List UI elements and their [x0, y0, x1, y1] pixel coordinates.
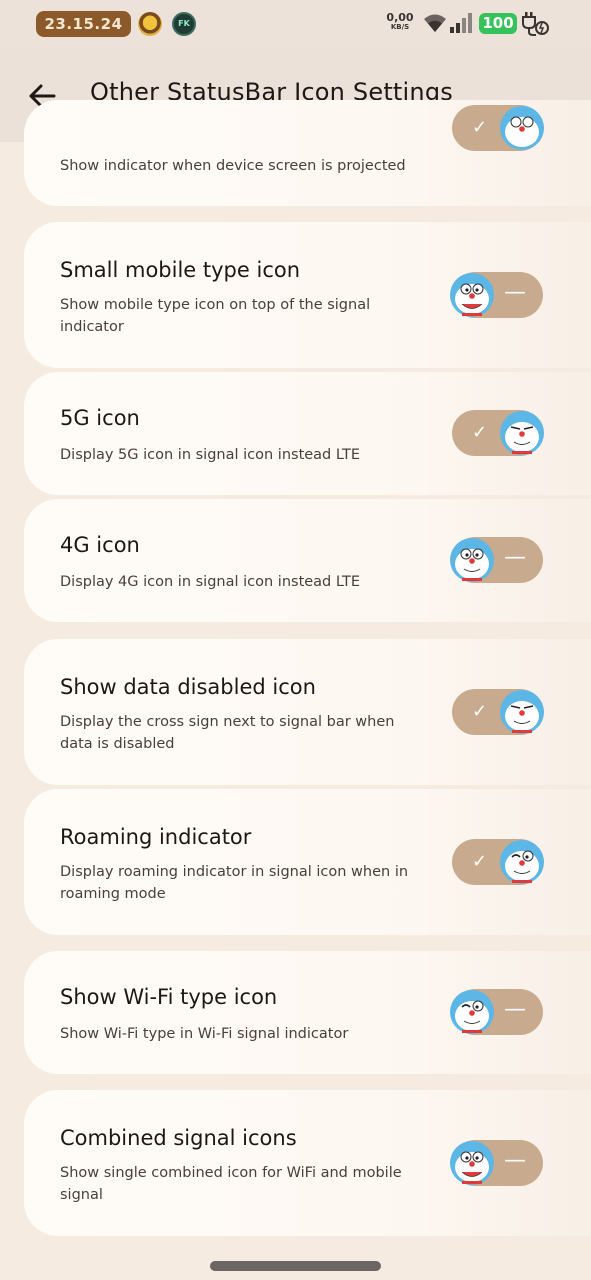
doraemon-thumb-icon	[500, 690, 544, 734]
doraemon-thumb-icon	[450, 538, 494, 582]
toggle-switch[interactable]: ✓	[452, 689, 544, 735]
check-mark-icon: ✓	[472, 422, 488, 443]
toggle-switch[interactable]: ✓	[452, 105, 544, 151]
toggle-switch[interactable]: ✓	[452, 410, 544, 456]
setting-title: Combined signal icons	[60, 1126, 297, 1150]
toggle-switch[interactable]: ✓	[452, 839, 544, 885]
setting-combined-signal-icons[interactable]: Combined signal icons Show single combin…	[24, 1090, 591, 1236]
gesture-navigation-handle[interactable]	[210, 1261, 381, 1271]
notification-fk-icon: FK	[172, 12, 196, 36]
setting-description: Show single combined icon for WiFi and m…	[60, 1165, 402, 1203]
setting-title: 4G icon	[60, 533, 140, 557]
wifi-icon	[424, 14, 446, 32]
notification-app-icon	[138, 12, 162, 36]
setting-description: Display the cross sign next to signal ba…	[60, 714, 395, 752]
setting-4g-icon[interactable]: 4G icon Display 4G icon in signal icon i…	[24, 499, 591, 622]
doraemon-thumb-icon	[450, 1141, 494, 1185]
setting-description: Show Wi-Fi type in Wi-Fi signal indicato…	[60, 1026, 349, 1042]
setting-description: Show indicator when device screen is pro…	[60, 158, 406, 174]
minus-mark-icon: —	[504, 280, 526, 305]
setting-description: Show mobile type icon on top of the sign…	[60, 297, 371, 335]
setting-roaming-indicator[interactable]: Roaming indicator Display roaming indica…	[24, 789, 591, 935]
toggle-switch[interactable]: —	[450, 537, 543, 583]
setting-title: Roaming indicator	[60, 825, 252, 849]
check-mark-icon: ✓	[472, 851, 488, 872]
doraemon-thumb-icon	[450, 990, 494, 1034]
setting-description: Display 4G icon in signal icon instead L…	[60, 574, 360, 590]
network-speed-unit: KB/S	[390, 23, 410, 31]
setting-title: Small mobile type icon	[60, 258, 301, 282]
check-mark-icon: ✓	[472, 701, 488, 722]
toggle-switch[interactable]: —	[450, 272, 543, 318]
minus-mark-icon: —	[504, 545, 526, 570]
setting-screen-projection[interactable]: Show indicator when device screen is pro…	[24, 100, 591, 206]
setting-show-data-disabled-icon[interactable]: Show data disabled icon Display the cros…	[24, 639, 591, 785]
check-mark-icon: ✓	[472, 117, 488, 138]
status-bar: 23.15.24 FK 0,00 KB/S 100	[0, 0, 591, 48]
minus-mark-icon: —	[504, 997, 526, 1022]
toggle-switch[interactable]: —	[450, 1140, 543, 1186]
battery-indicator: 100	[479, 13, 517, 34]
doraemon-thumb-icon	[500, 106, 544, 150]
setting-small-mobile-type-icon[interactable]: Small mobile type icon Show mobile type …	[24, 222, 591, 368]
clock: 23.15.24	[36, 11, 131, 37]
setting-show-wifi-type-icon[interactable]: Show Wi-Fi type icon Show Wi-Fi type in …	[24, 951, 591, 1074]
setting-title: Show data disabled icon	[60, 675, 316, 699]
network-speed: 0,00 KB/S	[386, 12, 414, 32]
setting-description: Display 5G icon in signal icon instead L…	[60, 447, 360, 463]
doraemon-thumb-icon	[500, 411, 544, 455]
setting-title: Show Wi-Fi type icon	[60, 985, 278, 1009]
setting-description: Display roaming indicator in signal icon…	[60, 864, 409, 902]
charging-icon	[522, 12, 549, 36]
doraemon-thumb-icon	[500, 840, 544, 884]
toggle-switch[interactable]: —	[450, 989, 543, 1035]
doraemon-thumb-icon	[450, 273, 494, 317]
setting-5g-icon[interactable]: 5G icon Display 5G icon in signal icon i…	[24, 372, 591, 495]
minus-mark-icon: —	[504, 1148, 526, 1173]
cellular-signal-icon	[450, 13, 472, 33]
setting-title: 5G icon	[60, 406, 140, 430]
